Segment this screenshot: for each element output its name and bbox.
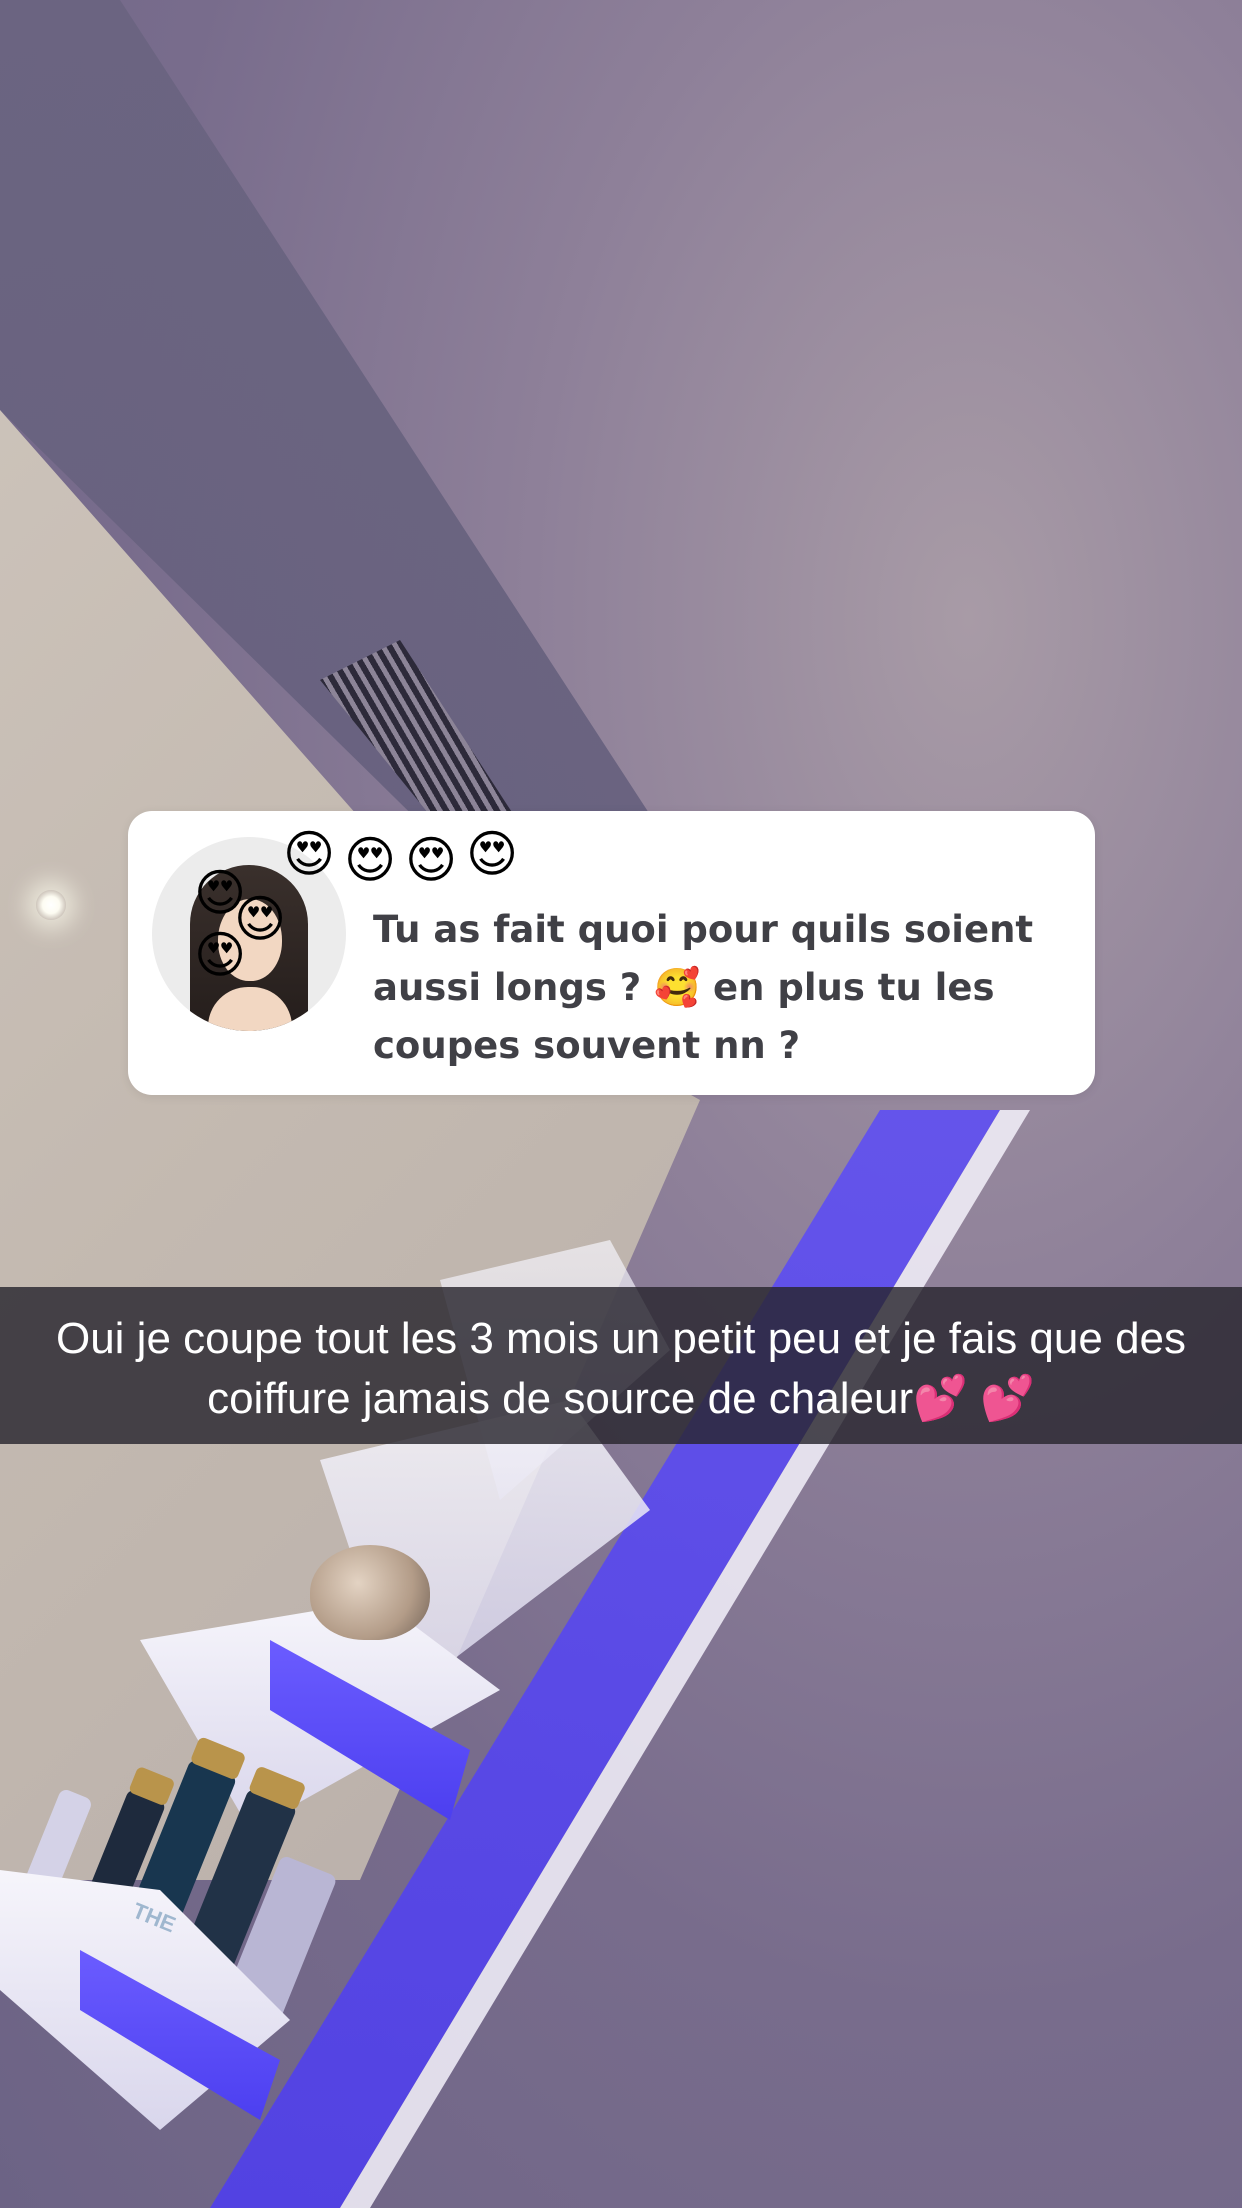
ornament xyxy=(310,1545,430,1640)
heart-eyes-emoji-icon: 😍 xyxy=(405,831,458,889)
caption-bar[interactable]: Oui je coupe tout les 3 mois un petit pe… xyxy=(0,1287,1242,1444)
heart-eyes-emoji-icon: 😍 xyxy=(194,926,247,984)
heart-eyes-emoji-icon: 😍 xyxy=(283,825,336,883)
caption-text: Oui je coupe tout les 3 mois un petit pe… xyxy=(55,1314,1187,1423)
ceiling-light xyxy=(36,890,66,920)
background-photo: THE xyxy=(0,0,1242,2208)
question-sticker[interactable]: 😍 😍 😍 😍 😍 😍 😍 Tu as fait quoi pour quils… xyxy=(128,811,1095,1095)
heart-eyes-emoji-icon: 😍 xyxy=(466,825,519,883)
question-text: Tu as fait quoi pour quils soient aussi … xyxy=(373,908,1034,1067)
heart-eyes-emoji-icon: 😍 xyxy=(344,831,397,889)
